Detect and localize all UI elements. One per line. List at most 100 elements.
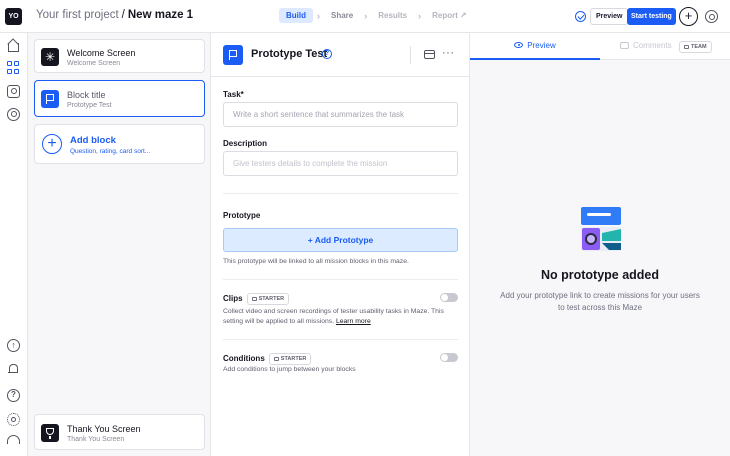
conditions-toggle[interactable] xyxy=(440,353,458,362)
block-prototype-test[interactable]: Block title Prototype Test xyxy=(34,80,205,117)
divider xyxy=(223,193,458,194)
lock-icon xyxy=(273,357,279,361)
clips-row: Clips STARTER xyxy=(223,293,290,305)
block-title: Block title xyxy=(67,90,106,100)
lock-icon xyxy=(684,45,689,49)
more-options-icon[interactable]: ··· xyxy=(442,47,455,59)
starter-badge-label: STARTER xyxy=(258,296,285,302)
conditions-row: Conditions STARTER xyxy=(223,353,312,365)
participants-icon[interactable] xyxy=(7,85,20,98)
team-badge: TEAM xyxy=(679,41,712,53)
flag-icon xyxy=(46,94,54,104)
description-label: Description xyxy=(223,139,268,148)
divider xyxy=(410,46,411,64)
welcome-icon-tile: ✳ xyxy=(41,48,59,66)
breadcrumb-maze-name[interactable]: New maze 1 xyxy=(128,9,193,21)
preview-button[interactable]: Preview xyxy=(590,8,629,25)
tab-preview[interactable]: Preview xyxy=(470,33,600,60)
chevron-right-icon: › xyxy=(364,10,368,21)
sun-icon: ✳ xyxy=(44,50,56,64)
prototype-note: This prototype will be linked to all mis… xyxy=(223,258,409,265)
block-subtitle: Prototype Test xyxy=(67,102,112,109)
nav-rail: ↑ ? xyxy=(0,33,28,456)
bell-icon[interactable] xyxy=(7,363,20,376)
preview-tabs: Preview Comments TEAM xyxy=(470,33,730,60)
prototype-icon-tile xyxy=(223,45,243,65)
team-badge-label: TEAM xyxy=(691,44,707,50)
breadcrumb-separator: / xyxy=(121,9,125,21)
add-block-button[interactable]: + Add block Question, rating, card sort.… xyxy=(34,124,205,164)
editor-header: Prototype Test ? ··· xyxy=(211,33,470,77)
add-block-hint: Question, rating, card sort... xyxy=(70,148,151,155)
block-subtitle: Welcome Screen xyxy=(67,60,121,67)
upgrade-icon[interactable]: ↑ xyxy=(7,339,20,352)
block-editor: Prototype Test ? ··· Task* Write a short… xyxy=(211,33,470,456)
step-report-label: Report xyxy=(432,11,458,20)
thanks-icon-tile xyxy=(41,424,59,442)
breadcrumb-project[interactable]: Your first project xyxy=(36,9,119,21)
clips-label: Clips xyxy=(223,294,243,303)
lock-icon xyxy=(251,297,257,301)
flag-icon xyxy=(229,50,237,60)
task-label: Task* xyxy=(223,90,244,99)
blocks-grid-icon[interactable] xyxy=(7,61,20,74)
check-circle-icon xyxy=(575,11,586,22)
prototype-icon-tile xyxy=(41,90,59,108)
learn-more-link[interactable]: Learn more xyxy=(336,318,371,325)
divider xyxy=(223,279,458,280)
divider xyxy=(223,339,458,340)
workspace-avatar[interactable]: YO xyxy=(5,8,22,25)
top-bar: YO Your first project / New maze 1 Build ›… xyxy=(0,0,730,33)
home-icon[interactable] xyxy=(7,39,20,52)
empty-state-title: No prototype added xyxy=(540,268,660,282)
settings-gear-icon[interactable] xyxy=(705,10,718,23)
block-subtitle: Thank You Screen xyxy=(67,436,125,443)
external-link-icon: ↗ xyxy=(459,11,467,20)
chevron-right-icon: › xyxy=(418,10,422,21)
block-title: Thank You Screen xyxy=(67,424,141,434)
breadcrumb: Your first project / New maze 1 xyxy=(36,9,193,21)
clips-toggle[interactable] xyxy=(440,293,458,302)
chevron-right-icon: › xyxy=(317,10,320,21)
blocks-panel: ✳ Welcome Screen Welcome Screen Block ti… xyxy=(28,33,211,456)
gear-icon[interactable] xyxy=(7,413,20,426)
comment-icon xyxy=(620,42,629,49)
block-welcome-screen[interactable]: ✳ Welcome Screen Welcome Screen xyxy=(34,39,205,73)
step-build[interactable]: Build xyxy=(279,8,313,23)
prototype-label: Prototype xyxy=(223,211,261,220)
tab-preview-label: Preview xyxy=(527,41,556,50)
conditions-description: Add conditions to jump between your bloc… xyxy=(223,366,356,373)
clips-description: Collect video and screen recordings of t… xyxy=(223,307,461,327)
add-block-label: Add block xyxy=(70,135,116,146)
description-input[interactable]: Give testers details to complete the mis… xyxy=(223,151,458,176)
starter-badge-label: STARTER xyxy=(280,356,307,362)
editor-title: Prototype Test xyxy=(251,48,328,60)
tab-comments-label: Comments xyxy=(633,41,672,50)
tab-comments[interactable]: Comments xyxy=(620,41,672,50)
clips-description-text: Collect video and screen recordings of t… xyxy=(223,308,444,325)
prototype-illustration-icon xyxy=(581,207,621,251)
step-results[interactable]: Results xyxy=(371,8,414,23)
step-share[interactable]: Share xyxy=(324,8,360,23)
workflow-steps: Build › Share › Results › Report ↗ xyxy=(279,8,474,23)
task-input[interactable]: Write a short sentence that summarizes t… xyxy=(223,102,458,127)
starter-badge: STARTER xyxy=(268,353,312,365)
payment-card-icon[interactable] xyxy=(424,50,435,59)
maze-logo-icon[interactable] xyxy=(7,435,20,444)
plus-circle-icon: + xyxy=(42,134,62,154)
team-icon[interactable] xyxy=(7,108,20,121)
conditions-label: Conditions xyxy=(223,354,265,363)
eye-icon xyxy=(514,42,524,48)
step-report[interactable]: Report ↗ xyxy=(425,8,473,23)
preview-panel: Preview Comments TEAM No prototype added… xyxy=(470,33,730,456)
block-thank-you-screen[interactable]: Thank You Screen Thank You Screen xyxy=(34,414,205,450)
block-title: Welcome Screen xyxy=(67,48,136,58)
add-prototype-button[interactable]: + Add Prototype xyxy=(223,228,458,252)
trophy-icon xyxy=(46,428,54,439)
help-icon[interactable]: ? xyxy=(7,389,20,402)
starter-badge: STARTER xyxy=(246,293,290,305)
start-testing-button[interactable]: Start testing xyxy=(627,8,676,25)
empty-state-description: Add your prototype link to create missio… xyxy=(500,291,700,312)
plus-circle-button[interactable]: + xyxy=(679,7,698,26)
help-circle-icon[interactable]: ? xyxy=(322,49,332,59)
